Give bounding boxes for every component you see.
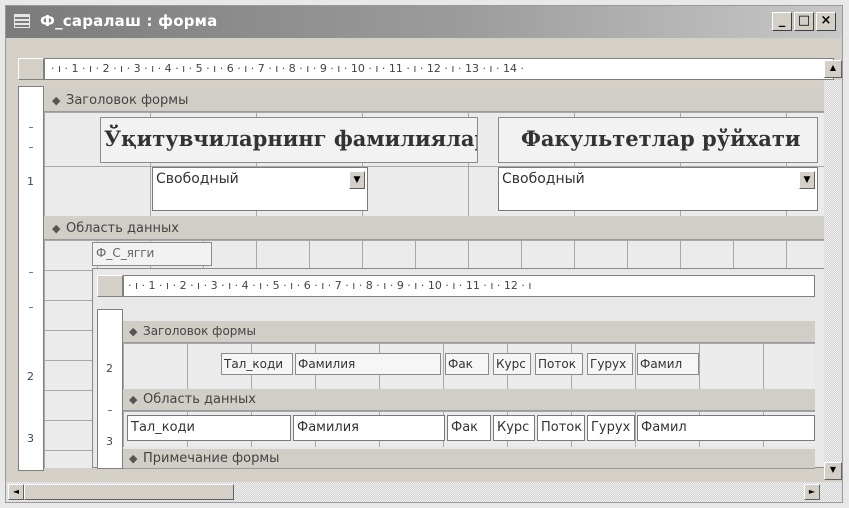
header-label-famil[interactable]: Фамил <box>637 353 699 375</box>
scroll-up-icon[interactable]: ▲ <box>824 60 842 78</box>
ruler-tick <box>108 410 112 411</box>
subform-detail-area[interactable]: Тал_коди Фамилия Фак Курс Поток Гурух Фа… <box>123 411 815 447</box>
section-arrow-icon: ◆ <box>129 452 138 465</box>
subform-ruler-marks: · ı · 1 · ı · 2 · ı · 3 · ı · 4 · ı · 5 … <box>128 279 532 292</box>
header-label-kurs[interactable]: Курс <box>493 353 531 375</box>
combobox-value: Свободный <box>502 171 585 187</box>
ruler-tick <box>29 127 33 128</box>
subform-header-area[interactable]: Тал_коди Фамилия Фак Курс Поток Гурух Фа… <box>123 343 815 389</box>
maximize-button[interactable]: □ <box>794 12 814 31</box>
field-guruh[interactable]: Гурух <box>587 415 635 441</box>
subform-vertical-ruler[interactable]: 2 3 <box>97 309 123 469</box>
close-button[interactable]: × <box>816 12 836 31</box>
combobox-value: Свободный <box>156 171 239 187</box>
ruler-tick <box>29 147 33 148</box>
faculty-combobox[interactable]: Свободный ▼ <box>498 167 818 211</box>
faculties-title-label[interactable]: Факультетлар рўйхати <box>498 117 818 163</box>
field-potok[interactable]: Поток <box>537 415 585 441</box>
form-header-section-bar[interactable]: ◆ Заголовок формы <box>44 90 834 112</box>
subform-control-label[interactable]: Ф_С_ягги <box>92 242 212 266</box>
vertical-ruler-mark: 1 <box>27 175 34 188</box>
section-label: Заголовок формы <box>66 93 189 108</box>
field-famil[interactable]: Фамил <box>637 415 815 441</box>
section-arrow-icon: ◆ <box>129 325 138 338</box>
horizontal-scrollbar[interactable]: ◄ ► <box>6 482 842 502</box>
section-arrow-icon: ◆ <box>129 393 138 406</box>
subform-control[interactable]: · ı · 1 · ı · 2 · ı · 3 · ı · 4 · ı · 5 … <box>92 268 840 469</box>
subform-footer-section-bar[interactable]: ◆ Примечание формы <box>123 449 815 469</box>
detail-section-bar[interactable]: ◆ Область данных <box>44 218 834 240</box>
ruler-tick <box>29 307 33 308</box>
subform-ruler-corner[interactable] <box>97 275 123 297</box>
field-fak[interactable]: Фак <box>447 415 491 441</box>
horizontal-scroll-thumb[interactable] <box>24 484 234 500</box>
title-bar[interactable]: Ф_саралаш : форма _ □ × <box>6 6 842 38</box>
vertical-ruler-mark: 2 <box>27 370 34 383</box>
field-familiya[interactable]: Фамилия <box>293 415 445 441</box>
minimize-button[interactable]: _ <box>772 12 792 31</box>
section-label: Примечание формы <box>143 451 280 466</box>
chevron-down-icon[interactable]: ▼ <box>349 171 365 189</box>
form-icon <box>14 14 30 28</box>
vertical-ruler-mark: 3 <box>106 435 113 448</box>
section-arrow-icon: ◆ <box>52 94 61 107</box>
chevron-down-icon[interactable]: ▼ <box>799 171 815 189</box>
field-tal-kodi[interactable]: Тал_коди <box>127 415 291 441</box>
teachers-title-label[interactable]: Ўқитувчиларнинг фамилиялари <box>100 117 478 163</box>
subform-horizontal-ruler[interactable]: · ı · 1 · ı · 2 · ı · 3 · ı · 4 · ı · 5 … <box>123 275 815 297</box>
form-header-area[interactable]: Ўқитувчиларнинг фамилиялари Факультетлар… <box>44 112 834 216</box>
ruler-tick <box>29 272 33 273</box>
header-label-potok[interactable]: Поток <box>535 353 583 375</box>
header-label-tal-kodi[interactable]: Тал_коди <box>221 353 293 375</box>
subform-header-section-bar[interactable]: ◆ Заголовок формы <box>123 321 815 343</box>
scroll-right-icon[interactable]: ► <box>804 484 820 500</box>
header-label-guruh[interactable]: Гурух <box>587 353 633 375</box>
vertical-scrollbar[interactable] <box>824 80 842 480</box>
header-label-fak[interactable]: Фак <box>445 353 489 375</box>
section-label: Заголовок формы <box>143 324 256 338</box>
outer-horizontal-ruler[interactable]: · ı · 1 · ı · 2 · ı · 3 · ı · 4 · ı · 5 … <box>44 58 834 80</box>
field-kurs[interactable]: Курс <box>493 415 535 441</box>
subform-detail-section-bar[interactable]: ◆ Область данных <box>123 389 815 411</box>
outer-ruler-marks: · ı · 1 · ı · 2 · ı · 3 · ı · 4 · ı · 5 … <box>51 62 524 75</box>
vertical-ruler-mark: 2 <box>106 362 113 375</box>
outer-vertical-ruler[interactable]: 1 2 3 <box>18 86 44 471</box>
scroll-down-icon[interactable]: ▼ <box>824 462 842 480</box>
teacher-combobox[interactable]: Свободный ▼ <box>152 167 368 211</box>
section-label: Область данных <box>143 392 256 407</box>
vertical-ruler-mark: 3 <box>27 432 34 445</box>
section-label: Область данных <box>66 221 179 236</box>
section-arrow-icon: ◆ <box>52 222 61 235</box>
form-design-window: Ф_саралаш : форма _ □ × · ı · 1 · ı · 2 … <box>5 5 843 503</box>
header-label-familiya[interactable]: Фамилия <box>295 353 441 375</box>
ruler-corner[interactable] <box>18 58 44 80</box>
window-title: Ф_саралаш : форма <box>40 12 218 30</box>
scroll-left-icon[interactable]: ◄ <box>8 484 24 500</box>
